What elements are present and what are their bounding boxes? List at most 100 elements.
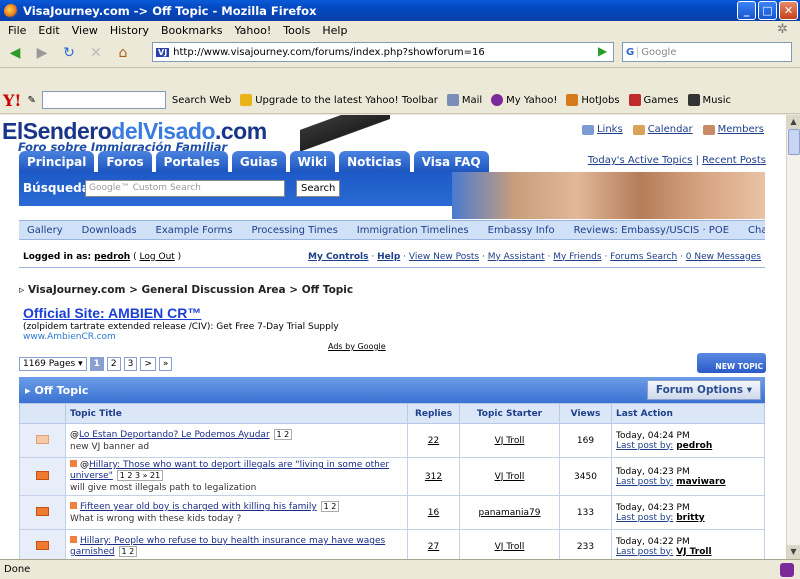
last-poster-link[interactable]: britty — [676, 513, 704, 523]
scroll-thumb[interactable] — [788, 129, 800, 155]
new-topic-button[interactable]: NEW TOPIC — [697, 353, 766, 373]
calendar-link[interactable]: Calendar — [632, 124, 693, 135]
topic-title-link[interactable]: Fifteen year old boy is charged with kil… — [80, 502, 317, 512]
forums-search-link[interactable]: Forums Search — [610, 252, 677, 262]
menu-view[interactable]: View — [66, 24, 104, 37]
my-yahoo-button[interactable]: My Yahoo! — [491, 94, 557, 106]
menu-yahoo[interactable]: Yahoo! — [228, 24, 277, 37]
todays-active-topics-link[interactable]: Today's Active Topics — [588, 155, 693, 166]
last-poster-link[interactable]: VJ Troll — [676, 547, 711, 557]
replies-link[interactable]: 16 — [428, 508, 439, 518]
page-1[interactable]: 1 — [89, 357, 104, 371]
logout-link[interactable]: Log Out — [140, 252, 175, 262]
my-friends-link[interactable]: My Friends — [553, 252, 601, 262]
starter-link[interactable]: VJ Troll — [495, 542, 525, 552]
last-poster-link[interactable]: pedroh — [676, 441, 712, 451]
username-link[interactable]: pedroh — [94, 252, 130, 262]
ad-url[interactable]: www.AmbienCR.com — [23, 332, 383, 342]
maximize-button[interactable]: □ — [758, 1, 777, 20]
yahoo-logo-icon[interactable]: Y! — [3, 91, 21, 110]
replies-link[interactable]: 22 — [428, 436, 439, 446]
yahoo-search-web-button[interactable]: Search Web — [172, 95, 231, 106]
site-search-input[interactable]: Google™ Custom Search — [85, 180, 285, 197]
help-link[interactable]: Help — [377, 252, 400, 262]
new-messages-link[interactable]: 0 New Messages — [686, 252, 761, 262]
yahoo-status-icon[interactable] — [780, 563, 794, 577]
replies-link[interactable]: 27 — [428, 542, 439, 552]
hotjobs-button[interactable]: HotJobs — [566, 94, 620, 106]
subnav-gallery[interactable]: Gallery — [27, 225, 63, 236]
forum-options-button[interactable]: Forum Options ▾ — [646, 380, 761, 400]
subnav-downloads[interactable]: Downloads — [82, 225, 137, 236]
subnav-processing-times[interactable]: Processing Times — [252, 225, 338, 236]
subnav-embassy-info[interactable]: Embassy Info — [488, 225, 555, 236]
members-link[interactable]: Members — [702, 124, 764, 135]
tab-principal[interactable]: Principal — [19, 151, 95, 172]
topic-title-link[interactable]: Hillary: People who refuse to buy health… — [70, 536, 385, 557]
topic-pages[interactable]: 1 2 — [320, 501, 340, 512]
url-input[interactable]: VJ http://www.visajourney.com/forums/ind… — [152, 42, 614, 62]
ad-title[interactable]: Official Site: AMBIEN CR™ — [23, 305, 383, 321]
menu-tools[interactable]: Tools — [277, 24, 316, 37]
recent-posts-link[interactable]: Recent Posts — [702, 155, 766, 166]
menu-history[interactable]: History — [104, 24, 155, 37]
view-new-posts-link[interactable]: View New Posts — [409, 252, 479, 262]
window-title: VisaJourney.com -> Off Topic - Mozilla F… — [23, 3, 317, 18]
icon-column-header — [19, 403, 66, 424]
go-icon[interactable]: ▶ — [598, 44, 607, 58]
topic-pages[interactable]: 1 2 — [273, 429, 293, 440]
yahoo-upgrade-link[interactable]: Upgrade to the latest Yahoo! Toolbar — [240, 94, 438, 106]
my-controls-link[interactable]: My Controls — [308, 252, 369, 262]
tab-foros[interactable]: Foros — [98, 151, 152, 172]
tab-guias[interactable]: Guias — [231, 151, 286, 172]
next-page[interactable]: > — [140, 357, 156, 371]
subnav-reviews[interactable]: Reviews: Embassy/USCIS · POE — [574, 225, 729, 236]
vertical-scrollbar[interactable]: ▲ ▼ — [786, 115, 800, 559]
menu-edit[interactable]: Edit — [32, 24, 65, 37]
home-button[interactable]: ⌂ — [112, 42, 134, 64]
breadcrumb-text[interactable]: VisaJourney.com > General Discussion Are… — [28, 284, 353, 296]
games-button[interactable]: Games — [628, 94, 679, 106]
links-link[interactable]: Links — [581, 124, 623, 135]
back-button[interactable]: ◀ — [4, 42, 26, 64]
starter-link[interactable]: panamania79 — [479, 508, 541, 518]
page-2[interactable]: 2 — [106, 357, 121, 371]
last-page[interactable]: » — [158, 357, 173, 371]
tab-portales[interactable]: Portales — [155, 151, 228, 172]
tab-noticias[interactable]: Noticias — [339, 151, 410, 172]
replies-link[interactable]: 312 — [425, 472, 442, 482]
topic-pages[interactable]: 1 2 — [118, 546, 138, 557]
last-poster-link[interactable]: maviwaro — [676, 477, 725, 487]
search-bar-input[interactable]: G Google — [622, 42, 792, 62]
my-assistant-link[interactable]: My Assistant — [488, 252, 545, 262]
starter-link[interactable]: VJ Troll — [495, 472, 525, 482]
page-3[interactable]: 3 — [123, 357, 138, 371]
close-button[interactable]: ✕ — [779, 1, 798, 20]
topic-status-icon — [36, 540, 49, 550]
minimize-button[interactable]: _ — [737, 1, 756, 20]
forward-button[interactable]: ▶ — [31, 42, 53, 64]
pencil-icon[interactable]: ✎ — [27, 95, 35, 106]
music-button[interactable]: Music — [687, 94, 731, 106]
subnav-immigration-timelines[interactable]: Immigration Timelines — [357, 225, 469, 236]
tab-wiki[interactable]: Wiki — [289, 151, 336, 172]
starter-link[interactable]: VJ Troll — [495, 436, 525, 446]
ads-by-google-link[interactable]: Ads by Google — [328, 342, 386, 351]
topic-title-link[interactable]: Lo Estan Deportando? Le Podemos Ayudar — [79, 430, 270, 440]
menu-file[interactable]: File — [2, 24, 32, 37]
topic-pages[interactable]: 1 2 3 » 21 — [116, 470, 164, 481]
yahoo-search-input[interactable] — [41, 91, 166, 109]
scroll-down-button[interactable]: ▼ — [787, 545, 800, 559]
tab-visa-faq[interactable]: Visa FAQ — [413, 151, 489, 172]
menu-help[interactable]: Help — [316, 24, 353, 37]
menu-bookmarks[interactable]: Bookmarks — [155, 24, 228, 37]
reload-button[interactable]: ↻ — [58, 42, 80, 64]
page-count-dropdown[interactable]: 1169 Pages ▾ — [19, 357, 87, 371]
subnav-example-forms[interactable]: Example Forms — [156, 225, 233, 236]
stop-button[interactable]: ✕ — [85, 42, 107, 64]
collapse-icon[interactable]: ▸ — [25, 384, 31, 397]
site-search-button[interactable]: Search — [296, 180, 341, 197]
scroll-up-button[interactable]: ▲ — [787, 115, 800, 129]
subnav-chat[interactable]: Chat — [748, 225, 765, 236]
yahoo-mail-button[interactable]: Mail — [446, 94, 482, 106]
